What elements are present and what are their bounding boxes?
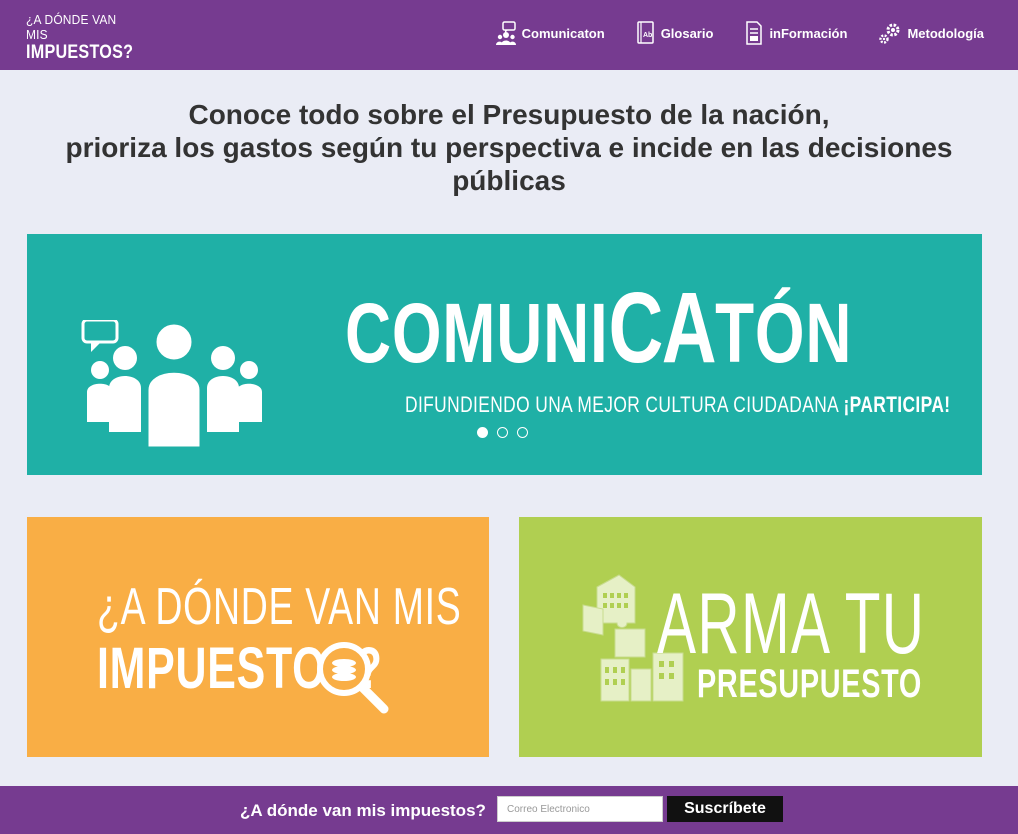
magnifier-coins-icon: [317, 642, 389, 714]
nav-label-glosario: Glosario: [660, 25, 714, 41]
subscribe-footer: ¿A dónde van mis impuestos? Suscríbete: [0, 786, 1018, 834]
logo-line-2: IMPUESTOS?: [26, 42, 134, 63]
banner-title: COMUNICATÓN: [345, 278, 851, 380]
page-headline: Conoce todo sobre el Presupuesto de la n…: [0, 98, 1018, 197]
headline-line-2: prioriza los gastos según tu perspectiva…: [65, 132, 953, 163]
banner-subtitle: DIFUNDIENDO UNA MEJOR CULTURA CIUDADANA …: [405, 392, 950, 418]
headline-line-1: Conoce todo sobre el Presupuesto de la n…: [188, 99, 830, 130]
footer-label: ¿A dónde van mis impuestos?: [240, 801, 486, 820]
nav-label-metodologia: Metodología: [907, 25, 984, 41]
main-nav: Comunicaton Ab Glosario inFormación Meto…: [464, 18, 984, 48]
people-chat-icon: [495, 21, 516, 45]
banner-subtitle-text: DIFUNDIENDO UNA MEJOR CULTURA CIUDADANA: [405, 392, 844, 417]
carousel-dot-2[interactable]: [497, 427, 508, 438]
email-field[interactable]: [497, 796, 663, 822]
nav-item-metodologia[interactable]: Metodología: [878, 18, 984, 48]
logo-line-1: ¿A DÓNDE VAN MIS: [26, 12, 117, 42]
people-chat-icon: [81, 320, 262, 450]
impuestos-tile-line-1: ¿A DÓNDE VAN MIS: [97, 578, 462, 636]
book-ab-icon: Ab: [636, 21, 654, 44]
site-logo[interactable]: ¿A DÓNDE VAN MIS IMPUESTOS?: [26, 12, 136, 63]
carousel-dot-3[interactable]: [517, 427, 528, 438]
gears-icon: [879, 23, 900, 44]
banner-title-part-2: CA: [608, 272, 716, 384]
top-navbar: ¿A DÓNDE VAN MIS IMPUESTOS? Comunicaton …: [0, 0, 1018, 70]
carousel-dot-1[interactable]: [477, 427, 488, 438]
comunicaton-banner[interactable]: COMUNICATÓN DIFUNDIENDO UNA MEJOR CULTUR…: [27, 234, 982, 475]
nav-item-comunicaton[interactable]: Comunicaton: [495, 18, 605, 48]
banner-title-part-1: COMUNI: [345, 286, 609, 380]
arma-tu-presupuesto-tile[interactable]: ARMA TU PRESUPUESTO: [519, 517, 982, 757]
arma-tile-line-1: ARMA TU: [657, 576, 926, 672]
headline-line-3: públicas: [452, 165, 566, 196]
banner-subtitle-emphasis: ¡PARTICIPA!: [843, 392, 951, 417]
impuestos-tile[interactable]: ¿A DÓNDE VAN MIS IMPUESTOS?: [27, 517, 489, 757]
carousel-indicators: [477, 427, 528, 438]
banner-title-part-3: TÓN: [715, 286, 853, 380]
nav-item-informacion[interactable]: inFormación: [744, 18, 847, 48]
svg-text:Ab: Ab: [643, 32, 652, 39]
subscribe-button[interactable]: Suscríbete: [667, 796, 783, 822]
nav-label-informacion: inFormación: [769, 25, 848, 41]
nav-item-glosario[interactable]: Ab Glosario: [636, 18, 714, 48]
nav-label-comunicaton: Comunicaton: [521, 25, 605, 41]
arma-tile-line-2: PRESUPUESTO: [697, 662, 923, 706]
document-icon: [746, 21, 763, 45]
